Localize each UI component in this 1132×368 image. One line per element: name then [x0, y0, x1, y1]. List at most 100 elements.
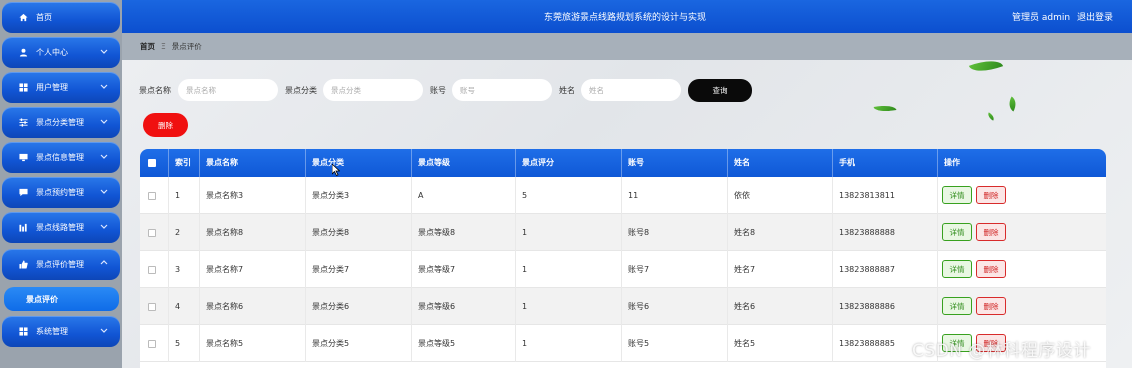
cell-phone: 13823888888 — [833, 214, 938, 251]
cell-spot-level: 景点等级5 — [412, 325, 516, 362]
row-checkbox[interactable] — [140, 288, 169, 325]
row-checkbox[interactable] — [140, 214, 169, 251]
main-content: 景点名称 景点分类 账号 姓名 查询 删除 索引 景点名称 景点分类 景点等级 … — [122, 60, 1132, 368]
cell-spot-category: 景点分类7 — [306, 251, 412, 288]
table-row: 2 景点名称8 景点分类8 景点等级8 1 账号8 姓名8 13823888888 详情 删除 — [140, 214, 1106, 251]
detail-button[interactable]: 详情 — [942, 260, 972, 278]
grid-icon — [18, 327, 28, 337]
spot-category-input[interactable] — [323, 79, 423, 101]
sidebar-item-personal-center[interactable]: 个人中心 — [2, 37, 120, 68]
checkbox[interactable] — [148, 265, 156, 274]
row-checkbox[interactable] — [140, 251, 169, 288]
leaf-decoration — [873, 103, 897, 114]
checkbox[interactable] — [148, 191, 156, 200]
cell-account: 账号8 — [622, 214, 728, 251]
select-all-checkbox[interactable] — [140, 149, 169, 177]
detail-button[interactable]: 详情 — [942, 297, 972, 315]
cell-spot-level: 景点等级8 — [412, 214, 516, 251]
sliders-icon — [18, 118, 28, 128]
sidebar-item-route-management[interactable]: 景点线路管理 — [2, 212, 120, 243]
logout-link[interactable]: 退出登录 — [1077, 10, 1113, 23]
row-checkbox[interactable] — [140, 325, 169, 362]
sidebar-item-reservation-management[interactable]: 景点预约管理 — [2, 177, 120, 208]
cell-name: 依依 — [728, 177, 833, 214]
chevron-down-icon — [100, 187, 108, 195]
name-input[interactable] — [581, 79, 681, 101]
row-delete-button[interactable]: 删除 — [976, 297, 1006, 315]
cell-spot-category: 景点分类8 — [306, 214, 412, 251]
monitor-icon — [18, 153, 28, 163]
cell-spot-category: 景点分类6 — [306, 288, 412, 325]
checkbox[interactable] — [148, 158, 156, 167]
sidebar-item-label: 系统管理 — [36, 327, 68, 336]
search-label-spot-category: 景点分类 — [285, 86, 317, 95]
sidebar-item-info-management[interactable]: 景点信息管理 — [2, 142, 120, 173]
sidebar-item-user-management[interactable]: 用户管理 — [2, 72, 120, 103]
sidebar-item-label: 景点信息管理 — [36, 153, 84, 162]
cell-index: 5 — [169, 325, 200, 362]
breadcrumb-home[interactable]: 首页 — [140, 41, 155, 52]
search-label-account: 账号 — [430, 86, 446, 95]
cell-spot-score: 5 — [516, 177, 622, 214]
cell-actions: 详情 删除 — [938, 214, 1106, 251]
chevron-down-icon — [100, 47, 108, 55]
sidebar-item-label: 用户管理 — [36, 83, 68, 92]
breadcrumb-current: 景点评价 — [171, 42, 202, 51]
detail-button[interactable]: 详情 — [942, 186, 972, 204]
admin-label: 管理员 admin — [1012, 13, 1071, 23]
cell-spot-score: 1 — [516, 325, 622, 362]
checkbox[interactable] — [148, 302, 156, 311]
cell-name: 姓名8 — [728, 214, 833, 251]
spot-name-input[interactable] — [178, 79, 278, 101]
cell-index: 4 — [169, 288, 200, 325]
sidebar-item-home[interactable]: 首页 — [2, 2, 120, 33]
sidebar-item-category-management[interactable]: 景点分类管理 — [2, 107, 120, 138]
column-header-actions: 操作 — [944, 158, 960, 167]
checkbox[interactable] — [148, 339, 156, 348]
chart-icon — [18, 223, 28, 233]
sidebar: 首页 个人中心 用户管理 景点分类管理 景点信息管理 景点预约管理 景点线路管理… — [0, 0, 122, 368]
detail-button[interactable]: 详情 — [942, 223, 972, 241]
sidebar-item-system-management[interactable]: 系统管理 — [2, 316, 120, 347]
column-header-spot-score: 景点评分 — [516, 149, 622, 177]
batch-delete-button[interactable]: 删除 — [143, 113, 188, 137]
sidebar-subitem-label: 景点评价 — [26, 294, 58, 304]
cell-index: 2 — [169, 214, 200, 251]
cell-phone: 13823888887 — [833, 251, 938, 288]
chevron-down-icon — [100, 117, 108, 125]
row-checkbox[interactable] — [140, 177, 169, 214]
chat-icon — [18, 188, 28, 198]
app-title: 东莞旅游景点线路规划系统的设计与实现 — [544, 13, 707, 23]
sidebar-subitem-review[interactable]: 景点评价 — [4, 287, 119, 311]
chevron-down-icon — [100, 82, 108, 90]
chevron-down-icon — [100, 326, 108, 334]
checkbox[interactable] — [148, 228, 156, 237]
search-label-name: 姓名 — [559, 86, 575, 95]
row-delete-button[interactable]: 删除 — [976, 260, 1006, 278]
sidebar-item-review-management[interactable]: 景点评价管理 — [2, 249, 120, 280]
sidebar-item-label: 首页 — [36, 13, 52, 22]
cell-spot-category: 景点分类5 — [306, 325, 412, 362]
query-button[interactable]: 查询 — [688, 79, 752, 102]
top-header: 东莞旅游景点线路规划系统的设计与实现 管理员 admin 退出登录 — [122, 0, 1132, 33]
cell-spot-name: 景点名称6 — [200, 288, 306, 325]
row-delete-button[interactable]: 删除 — [976, 223, 1006, 241]
breadcrumb: 首页 Ξ 景点评价 — [122, 33, 1132, 60]
leaf-decoration — [1005, 96, 1020, 112]
mouse-cursor-icon — [332, 164, 340, 176]
account-input[interactable] — [452, 79, 552, 101]
cell-index: 3 — [169, 251, 200, 288]
cell-index: 1 — [169, 177, 200, 214]
user-icon — [18, 48, 28, 58]
row-delete-button[interactable]: 删除 — [976, 186, 1006, 204]
column-header-account: 账号 — [622, 149, 728, 177]
sidebar-item-label: 景点评价管理 — [36, 260, 84, 269]
cell-actions: 详情 删除 — [938, 177, 1106, 214]
sidebar-item-label: 个人中心 — [36, 48, 68, 57]
watermark: CSDN @林科程序设计 — [912, 341, 1091, 361]
cell-name: 姓名5 — [728, 325, 833, 362]
cell-account: 账号5 — [622, 325, 728, 362]
column-header-spot-category: 景点分类 — [306, 149, 412, 177]
cell-spot-name: 景点名称5 — [200, 325, 306, 362]
table-row: 3 景点名称7 景点分类7 景点等级7 1 账号7 姓名7 13823888887 详情 删除 — [140, 251, 1106, 288]
